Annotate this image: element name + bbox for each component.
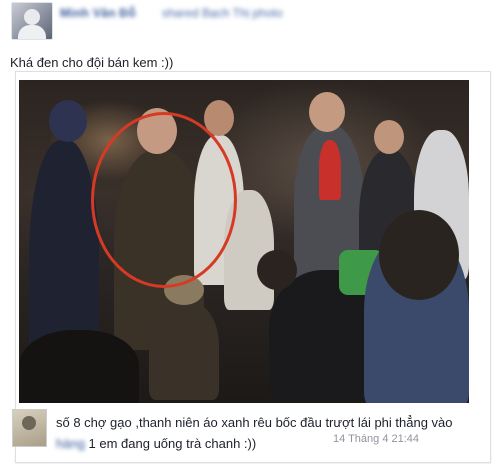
comment-row: số 8 chợ gạo ,thanh niên áo xanh rêu bốc… bbox=[12, 405, 492, 460]
comment-timestamp[interactable]: 14 Tháng 4 21:44 bbox=[333, 433, 419, 445]
post-photo[interactable] bbox=[19, 80, 469, 403]
crowd-person bbox=[319, 140, 341, 200]
crowd-head bbox=[49, 100, 87, 142]
commenter-avatar[interactable] bbox=[12, 409, 47, 447]
crowd-head bbox=[379, 210, 459, 300]
poster-avatar[interactable] bbox=[11, 2, 53, 40]
crowd-head bbox=[374, 120, 404, 154]
post-text: Khá đen cho đội bán kem :)) bbox=[10, 55, 174, 70]
crowd-person bbox=[149, 300, 219, 400]
post-header: Minh Văn Đỗ shared Bạch Thị photo bbox=[0, 0, 503, 44]
comment-text-line2: 1 em đang uống trà chanh :)) bbox=[84, 436, 257, 451]
avatar-head-shape bbox=[24, 9, 40, 25]
comment-text-line1: số 8 chợ gạo ,thanh niên áo xanh rêu bốc… bbox=[56, 415, 453, 430]
comment-text: số 8 chợ gạo ,thanh niên áo xanh rêu bốc… bbox=[56, 412, 492, 454]
crowd-head bbox=[257, 250, 297, 290]
crowd-head bbox=[309, 92, 345, 132]
avatar-body-shape bbox=[18, 25, 46, 39]
comment-text-blurred: hàng bbox=[56, 436, 85, 451]
poster-meta-link[interactable]: shared Bạch Thị photo bbox=[162, 6, 283, 20]
poster-name-link[interactable]: Minh Văn Đỗ bbox=[60, 6, 136, 20]
red-circle-highlight bbox=[91, 112, 237, 288]
crowd-person bbox=[19, 330, 139, 403]
